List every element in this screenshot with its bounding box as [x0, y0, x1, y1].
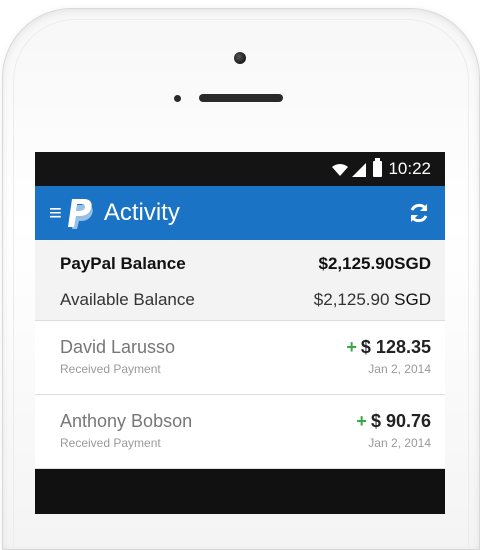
earpiece-speaker: [199, 94, 283, 102]
transaction-sign: +: [346, 337, 357, 357]
transaction-meta: + $ 90.76 Jan 2, 2014: [356, 411, 431, 456]
refresh-icon[interactable]: [407, 201, 431, 225]
status-bar: 10:22: [35, 152, 445, 186]
status-time: 10:22: [388, 159, 431, 178]
page-title: Activity: [103, 199, 180, 226]
app-bar: ≡ Activity: [35, 186, 445, 240]
menu-icon[interactable]: ≡: [49, 202, 62, 224]
activity-content: PayPal Balance $2,125.90SGD Available Ba…: [35, 240, 445, 469]
transaction-amount: + $ 90.76: [356, 411, 431, 432]
available-balance-row: Available Balance $2,125.90 SGD: [60, 290, 431, 310]
available-balance-value: $2,125.90: [313, 290, 390, 309]
available-balance-amount: $2,125.90 SGD: [314, 290, 431, 310]
transaction-type: Received Payment: [60, 362, 161, 376]
transaction-type: Received Payment: [60, 436, 161, 450]
available-balance-label: Available Balance: [60, 290, 195, 309]
status-icons: [331, 158, 383, 177]
transaction-row[interactable]: David Larusso Received Payment + $ 128.35…: [35, 321, 445, 395]
transaction-row[interactable]: Anthony Bobson Received Payment + $ 90.76…: [35, 395, 445, 469]
transaction-amount-value: $ 90.76: [370, 411, 431, 431]
paypal-balance-amount: $2,125.90SGD: [319, 254, 431, 274]
paypal-balance-label: PayPal Balance: [60, 254, 186, 273]
wifi-icon: [332, 163, 349, 176]
paypal-balance-value: $2,125.90: [318, 254, 395, 273]
transaction-meta: + $ 128.35 Jan 2, 2014: [346, 337, 431, 382]
transaction-date: Jan 2, 2014: [368, 436, 431, 450]
transaction-info: Anthony Bobson Received Payment: [60, 411, 192, 456]
transaction-amount: + $ 128.35: [346, 337, 431, 358]
paypal-logo: [67, 199, 93, 229]
transaction-sign: +: [356, 411, 367, 431]
available-balance-currency: SGD: [394, 290, 431, 309]
transaction-name: David Larusso: [60, 337, 176, 357]
transaction-info: David Larusso Received Payment: [60, 337, 175, 382]
proximity-sensor: [174, 95, 181, 102]
signal-icon: [352, 163, 367, 177]
paypal-balance-row: PayPal Balance $2,125.90SGD: [60, 254, 431, 274]
front-camera: [234, 52, 246, 64]
transaction-date: Jan 2, 2014: [368, 362, 431, 376]
transaction-amount-value: $ 128.35: [360, 337, 431, 357]
phone-screen: 10:22 ≡ Activity PayPal Balance $2,125.9…: [35, 152, 445, 514]
transaction-name: Anthony Bobson: [60, 411, 193, 431]
battery-icon: [373, 158, 383, 177]
balance-summary: PayPal Balance $2,125.90SGD Available Ba…: [35, 240, 445, 321]
paypal-balance-currency: SGD: [394, 254, 431, 273]
